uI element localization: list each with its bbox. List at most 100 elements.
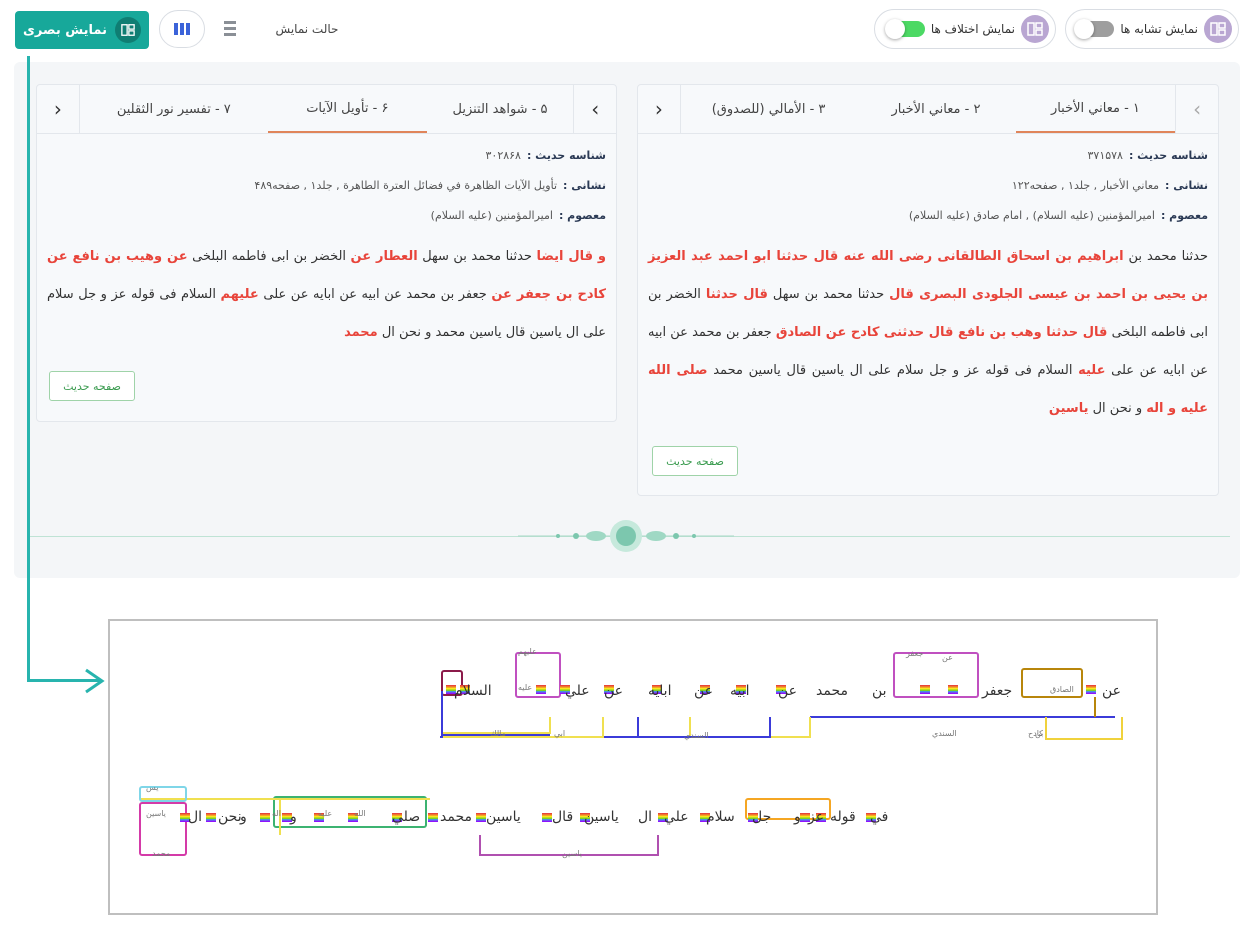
rows-view-icon[interactable] (220, 16, 240, 40)
token-mark (536, 692, 546, 694)
diagram-word: علي (565, 683, 590, 699)
token-mark (314, 820, 324, 822)
diagram-sublabel: علیهم (518, 647, 537, 656)
address-value: معاني الأخبار , جلد۱ , صفحه۱۲۲ (1011, 178, 1160, 192)
diagram-word: سلام (706, 809, 735, 825)
tab-hadith-7[interactable]: ۷ - تفسير نور الثقلين (80, 85, 268, 133)
token-mark (206, 814, 216, 816)
alignment-link (1045, 717, 1123, 740)
hadith-page-button[interactable]: صفحه حدیث (49, 371, 135, 401)
diagram-word: الصادق (1050, 685, 1074, 694)
compare-icon (1204, 15, 1232, 43)
highlighted-span: العطار عن (350, 249, 418, 264)
text-span: حدثنا محمد بن سهل (417, 249, 537, 264)
visual-display-button[interactable]: نمایش بصری (15, 11, 149, 49)
diagram-sublabel: جعفر (906, 649, 924, 658)
diagram-word: ياسين (584, 809, 619, 825)
diagram-word: محمد (816, 683, 848, 699)
hadith-id-row: شناسه حدیث : ۳۷۱۵۷۸ (648, 140, 1209, 170)
tab-next-arrow[interactable]: ‹ (638, 85, 681, 133)
tab-hadith-1[interactable]: ۱ - معاني الأخبار (1015, 85, 1176, 133)
hadith-panel-secondary: › ۵ - شواهد التنزيل ۶ - تأويل الآيات ۷ -… (36, 84, 617, 422)
diagram-word: في (870, 809, 889, 825)
token-mark (476, 817, 486, 819)
token-mark (542, 820, 552, 822)
token-mark (260, 820, 270, 822)
token-mark (536, 691, 546, 693)
token-mark (1086, 688, 1096, 690)
token-mark (206, 813, 216, 815)
token-mark (920, 685, 930, 687)
similarity-switch[interactable] (1074, 19, 1115, 39)
token-mark (1086, 689, 1096, 691)
columns-view-button[interactable] (159, 10, 205, 48)
token-mark (206, 816, 216, 818)
diagram-sublabel: ابي (554, 729, 566, 738)
diagram-word: صلي (392, 809, 421, 825)
diagram-word: قوله (830, 809, 856, 825)
token-mark (428, 817, 438, 819)
hadith-page-button[interactable]: صفحه حدیث (652, 446, 738, 476)
diagram-word: ياسين (486, 809, 521, 825)
address-value: تأويل الآيات الظاهرة في فضائل العترة الط… (254, 178, 558, 192)
diagram-sublabel: مالك (490, 729, 506, 738)
token-mark (260, 816, 270, 818)
token-mark (1086, 685, 1096, 687)
alignment-lines (139, 652, 1123, 856)
hadith-tabs-secondary: › ۵ - شواهد التنزيل ۶ - تأويل الآيات ۷ -… (37, 85, 616, 134)
diagram-sublabel: بن (1035, 729, 1044, 738)
token-mark (948, 691, 958, 693)
diagram-word: عن (694, 683, 714, 699)
diagram-sublabel: السندي (932, 729, 957, 738)
tab-hadith-6[interactable]: ۶ - تأويل الآيات (268, 85, 427, 133)
difference-toggle-group[interactable]: نمایش اختلاف ها (874, 9, 1056, 49)
tab-prev-arrow[interactable]: › (573, 85, 616, 133)
arrow-head-icon (85, 668, 105, 694)
diagram-word: عن (604, 683, 624, 699)
masoom-row: معصوم : اميرالمؤمنين (عليه السلام) , اما… (648, 200, 1208, 230)
hadith-text-secondary: و قال ايضا حدثنا محمد بن سهل العطار عن ا… (47, 238, 606, 352)
address-row: نشانی : معاني الأخبار , جلد۱ , صفحه۱۲۲ (648, 170, 1208, 200)
address-row: نشانی : تأويل الآيات الظاهرة في فضائل ال… (47, 170, 606, 200)
diagram-word: و (290, 809, 297, 825)
token-mark (920, 692, 930, 694)
diagram-word: قال (552, 809, 574, 825)
diagram-sublabel: محمد (152, 849, 171, 858)
tab-hadith-2[interactable]: ۲ - معاني الأخبار (856, 85, 1015, 133)
text-span: حدثنا محمد بن (1123, 249, 1209, 264)
token-mark (314, 819, 324, 821)
highlighted-span: قال حدثنا وهب بن نافع قال حدثنی كادح عن … (775, 325, 1108, 340)
tab-prev-arrow[interactable]: › (1175, 85, 1218, 133)
diagram-word: عليه (318, 809, 333, 818)
token-mark (260, 814, 270, 816)
token-mark (260, 813, 270, 815)
token-mark (1086, 686, 1096, 688)
hadith-tabs-primary: › ۱ - معاني الأخبار ۲ - معاني الأخبار ۳ … (638, 85, 1218, 134)
masoom-label: معصوم : (1160, 208, 1208, 222)
hadith-id-label: شناسه حدیث : (1128, 148, 1208, 162)
diagram-word: الله (354, 809, 366, 818)
diagram-sublabel: ياسين (562, 849, 582, 858)
token-mark (428, 813, 438, 815)
similarity-toggle-group[interactable]: نمایش تشابه ها (1065, 9, 1239, 49)
diagram-word: ياسين (146, 809, 166, 818)
text-span: السلام فی قوله عز و جل سلام علی ال ياسين… (707, 363, 1079, 378)
text-span: الخضر بن ابی فاطمه البلخی (187, 249, 351, 264)
address-label: نشانی : (563, 178, 606, 192)
diagram-word: ابايه (648, 683, 672, 699)
token-mark (948, 688, 958, 690)
diagram-word: جعفر (982, 683, 1013, 699)
token-mark (536, 685, 546, 687)
hadith-id-value: ۳۷۱۵۷۸ (1087, 148, 1123, 162)
token-mark (536, 686, 546, 688)
token-mark (920, 688, 930, 690)
tab-hadith-5[interactable]: ۵ - شواهد التنزيل (427, 85, 574, 133)
token-mark (206, 819, 216, 821)
tab-next-arrow[interactable]: ‹ (37, 85, 80, 133)
token-mark (948, 689, 958, 691)
token-mark (542, 813, 552, 815)
difference-switch[interactable] (884, 19, 925, 39)
highlighted-span: محمد (344, 325, 378, 340)
compare-icon (114, 17, 141, 43)
tab-hadith-3[interactable]: ۳ - الأمالي (للصدوق) (681, 85, 856, 133)
